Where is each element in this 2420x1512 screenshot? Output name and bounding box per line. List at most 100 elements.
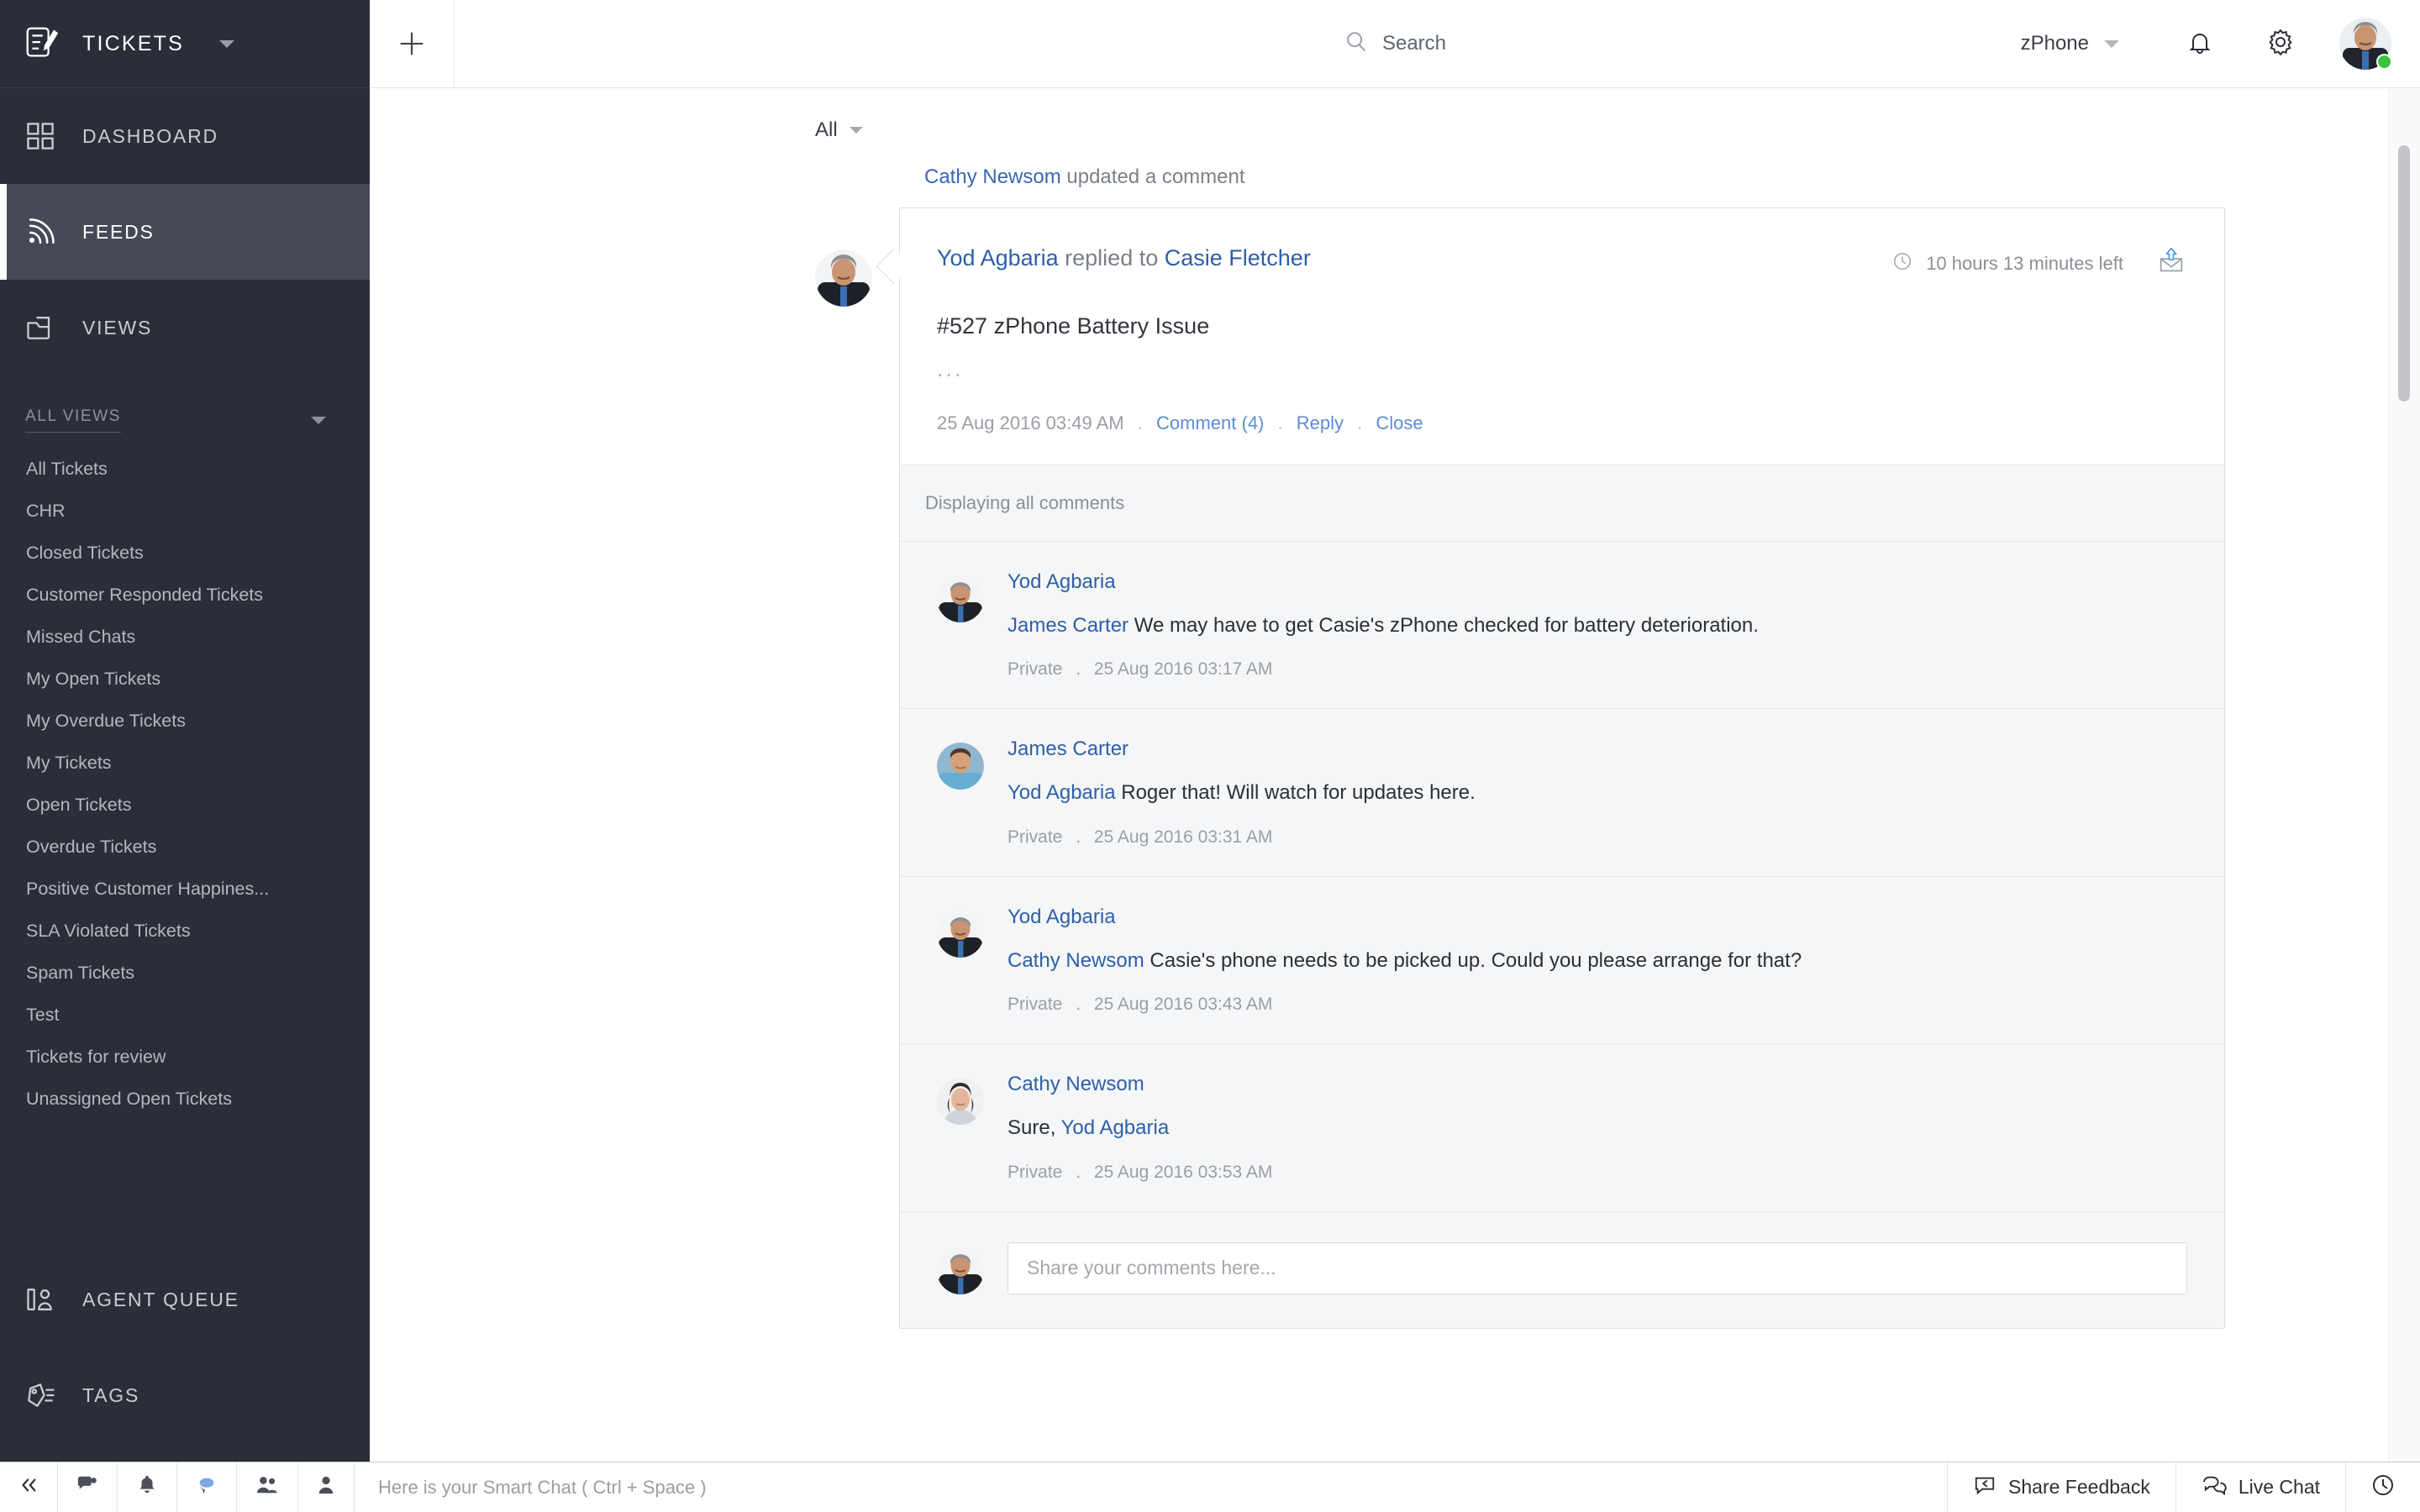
comment-action[interactable]: Comment (4)	[1156, 412, 1264, 433]
content-area: All Cathy Newsom updated a comment Yod A…	[370, 88, 2420, 1462]
settings-button[interactable]	[2240, 3, 2321, 84]
ticket-more-ellipsis[interactable]: ...	[937, 356, 2187, 382]
sidebar-item-tags[interactable]: TAGS	[0, 1347, 370, 1443]
chat-bubble-button[interactable]	[177, 1462, 237, 1512]
close-action[interactable]: Close	[1376, 412, 1423, 433]
view-item[interactable]: All Tickets	[0, 448, 370, 490]
view-item[interactable]: Closed Tickets	[0, 532, 370, 574]
top-bar: Search zPhone	[370, 0, 2420, 88]
feed-card-actor[interactable]: Yod Agbaria	[937, 245, 1059, 270]
comment-author[interactable]: Cathy Newsom	[1007, 1073, 2187, 1096]
feed-meta-actor[interactable]: Cathy Newsom	[924, 165, 1061, 188]
collapse-panel-button[interactable]	[0, 1462, 58, 1512]
comment-composer	[900, 1210, 2224, 1328]
group-button[interactable]	[237, 1462, 298, 1512]
comment-body: Cathy Newsom Sure, Yod Agbaria Private .…	[1007, 1073, 2187, 1182]
comment-author[interactable]: James Carter	[1007, 738, 2187, 761]
email-outgoing-icon[interactable]	[2155, 245, 2187, 281]
view-item[interactable]: Customer Responded Tickets	[0, 574, 370, 616]
chat-bubble-icon	[196, 1474, 218, 1500]
view-item[interactable]: Positive Customer Happines...	[0, 868, 370, 910]
sidebar: TICKETS DASHBOARD FEEDS VIEWS ALL VIEWS …	[0, 0, 370, 1462]
user-avatar-button[interactable]	[2339, 18, 2392, 70]
comment-timestamp: 25 Aug 2016 03:17 AM	[1093, 659, 1273, 680]
sidebar-brand[interactable]: TICKETS	[0, 0, 370, 88]
view-item[interactable]: Spam Tickets	[0, 952, 370, 994]
group-icon	[255, 1474, 279, 1500]
live-chat-button[interactable]: Live Chat	[2175, 1462, 2345, 1512]
chat-settings-button[interactable]	[58, 1462, 118, 1512]
sidebar-item-views[interactable]: VIEWS	[0, 280, 370, 375]
chevron-down-icon[interactable]	[218, 39, 234, 48]
dashboard-grid-icon	[22, 118, 59, 155]
department-label: zPhone	[2020, 32, 2089, 55]
smart-chat-hint: Here is your Smart Chat ( Ctrl + Space )	[378, 1476, 707, 1498]
view-item[interactable]: Tickets for review	[0, 1036, 370, 1078]
sidebar-item-agent-queue[interactable]: AGENT QUEUE	[0, 1252, 370, 1347]
add-new-button[interactable]	[370, 0, 455, 87]
presence-indicator	[2376, 54, 2392, 70]
reply-action[interactable]: Reply	[1297, 412, 1344, 433]
vertical-scrollbar[interactable]	[2398, 145, 2410, 402]
view-item[interactable]: Unassigned Open Tickets	[0, 1078, 370, 1120]
clock-icon	[2371, 1473, 2395, 1501]
comment-mention[interactable]: Yod Agbaria	[1061, 1116, 1170, 1139]
history-button[interactable]	[2345, 1462, 2420, 1512]
comment-input[interactable]	[1007, 1242, 2187, 1294]
view-item[interactable]: CHR	[0, 490, 370, 532]
chevron-down-icon[interactable]	[311, 416, 326, 424]
comment-body: Yod Agbaria James Carter We may have to …	[1007, 570, 2187, 680]
view-item[interactable]: My Tickets	[0, 742, 370, 784]
view-item[interactable]: My Overdue Tickets	[0, 700, 370, 742]
sidebar-item-label-feeds: FEEDS	[82, 220, 155, 243]
comment-author[interactable]: Yod Agbaria	[1007, 570, 2187, 594]
feed-card: Yod Agbaria replied to Casie Fletcher 10…	[899, 207, 2225, 1329]
chevron-down-icon	[2104, 39, 2119, 48]
feed-area: Cathy Newsom updated a comment Yod Agbar…	[370, 142, 2420, 1329]
comment-author[interactable]: Yod Agbaria	[1007, 906, 2187, 929]
view-item[interactable]: Missed Chats	[0, 616, 370, 658]
feed-card-recipient[interactable]: Casie Fletcher	[1165, 245, 1311, 270]
comment-visibility: Private	[1007, 659, 1063, 680]
feed-card-title: Yod Agbaria replied to Casie Fletcher	[937, 245, 1311, 271]
feed-card-actions: 25 Aug 2016 03:49 AM . Comment (4) . Rep…	[937, 412, 1423, 433]
share-feedback-label: Share Feedback	[2008, 1476, 2150, 1498]
ticket-subject[interactable]: #527 zPhone Battery Issue	[937, 313, 2187, 339]
department-selector[interactable]: zPhone	[2021, 32, 2119, 55]
comment-mention[interactable]: James Carter	[1007, 614, 1128, 637]
smart-chat-input[interactable]: Here is your Smart Chat ( Ctrl + Space )	[355, 1462, 1947, 1512]
live-chat-icon	[2202, 1474, 2227, 1501]
all-views-label: ALL VIEWS	[25, 407, 122, 433]
sidebar-item-feeds[interactable]: FEEDS	[0, 184, 370, 280]
sidebar-item-label-views: VIEWS	[82, 316, 153, 339]
comment-item: Yod Agbaria Cathy Newsom Casie's phone n…	[900, 875, 2224, 1044]
chevron-down-icon	[849, 127, 863, 134]
status-bar: Here is your Smart Chat ( Ctrl + Space )…	[0, 1462, 2420, 1512]
search-box[interactable]: Search	[1344, 29, 1446, 59]
view-item[interactable]: Overdue Tickets	[0, 826, 370, 868]
comment-text: Sure, Yod Agbaria	[1007, 1115, 2187, 1142]
all-views-header[interactable]: ALL VIEWS	[25, 407, 353, 433]
person-button[interactable]	[298, 1462, 355, 1512]
avatar	[937, 1078, 984, 1126]
comment-text-body: Casie's phone needs to be picked up. Cou…	[1150, 948, 1802, 972]
notifications-status-button[interactable]	[118, 1462, 177, 1512]
view-item[interactable]: Open Tickets	[0, 784, 370, 826]
comment-timestamp: 25 Aug 2016 03:43 AM	[1093, 995, 1273, 1015]
view-item[interactable]: SLA Violated Tickets	[0, 910, 370, 952]
agent-queue-icon	[22, 1281, 59, 1318]
share-feedback-button[interactable]: Share Feedback	[1947, 1462, 2175, 1512]
view-item[interactable]: Test	[0, 994, 370, 1036]
search-input[interactable]: Search	[1382, 32, 1446, 55]
sidebar-item-label-dashboard: DASHBOARD	[82, 124, 218, 147]
notifications-button[interactable]	[2160, 3, 2240, 84]
comment-footer: Private . 25 Aug 2016 03:43 AM	[1007, 995, 1273, 1015]
comment-mention[interactable]: Cathy Newsom	[1007, 949, 1144, 972]
comment-visibility: Private	[1007, 1162, 1063, 1182]
feed-row: Yod Agbaria replied to Casie Fletcher 10…	[815, 207, 2420, 1329]
feed-filter-row: All	[370, 88, 2420, 142]
view-item[interactable]: My Open Tickets	[0, 658, 370, 700]
feed-filter-dropdown[interactable]: All	[815, 118, 863, 142]
comment-mention[interactable]: Yod Agbaria	[1007, 781, 1116, 804]
sidebar-item-dashboard[interactable]: DASHBOARD	[0, 88, 370, 184]
